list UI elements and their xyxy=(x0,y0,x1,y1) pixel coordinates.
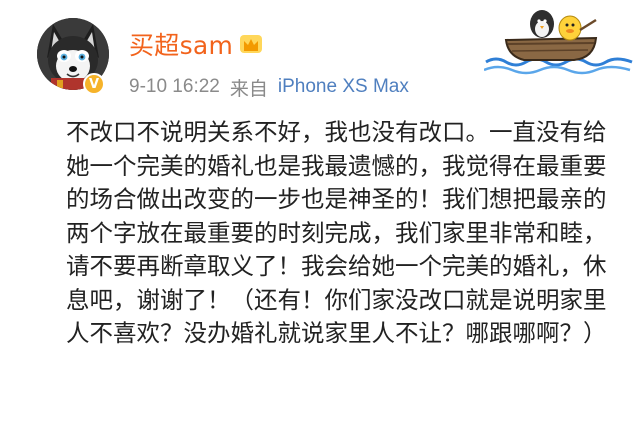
post-source-device[interactable]: iPhone XS Max xyxy=(278,76,409,98)
post-body-text: 不改口不说明关系不好，我也没有改口。一直没有给她一个完美的婚礼也是我最遗憾的，我… xyxy=(66,118,607,347)
post-timestamp: 9-10 16:22 xyxy=(129,76,220,97)
post-source-prefix: 来自 xyxy=(229,78,268,100)
boat-sticker-icon xyxy=(484,10,633,75)
crown-icon[interactable] xyxy=(239,34,263,54)
author-name[interactable]: 买超sam xyxy=(129,26,233,62)
post-meta: 9-10 16:22 来自 iPhone XS Max xyxy=(129,74,409,100)
verified-v-icon: V xyxy=(83,73,105,95)
weibo-post: V 买超sam 9-10 16:22 来自 iPhone XS Max 不改口不… xyxy=(0,0,640,421)
author-row: 买超sam xyxy=(129,26,263,62)
